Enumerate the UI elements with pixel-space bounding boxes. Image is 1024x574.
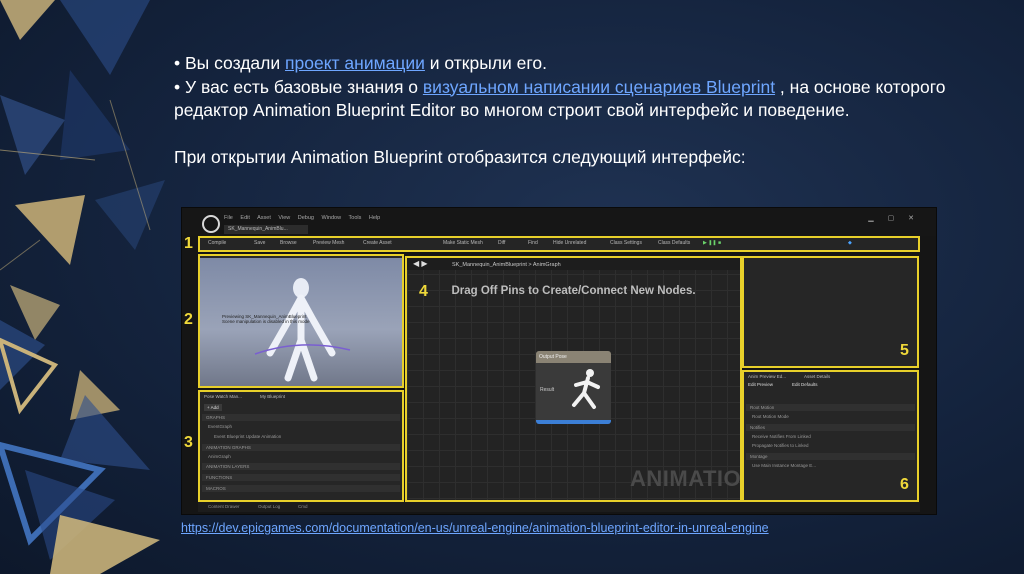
menu-debug[interactable]: Debug: [298, 215, 314, 221]
slide: • Вы создали проект анимации и открыли е…: [0, 0, 1024, 574]
highlight-graph: [405, 256, 742, 502]
source-link[interactable]: https://dev.epicgames.com/documentation/…: [181, 521, 769, 535]
menu-asset[interactable]: Asset: [257, 215, 271, 221]
region-number-2: 2: [184, 311, 193, 328]
animation-blueprint-editor-screenshot: File Edit Asset View Debug Window Tools …: [181, 207, 937, 515]
editor-menubar: File Edit Asset View Debug Window Tools …: [182, 208, 936, 236]
asset-tab[interactable]: SK_Mannequin_AnimBlu...: [224, 225, 308, 234]
highlight-toolbar: [198, 236, 920, 252]
bullet-2: • У вас есть базовые знания о визуальном…: [174, 76, 974, 123]
region-number-4: 4: [419, 283, 428, 300]
window-controls[interactable]: ▁ ▢ ✕: [868, 214, 920, 222]
highlight-details: [742, 370, 919, 502]
animation-project-link[interactable]: проект анимации: [285, 53, 425, 73]
output-log-button[interactable]: Output Log: [258, 504, 280, 509]
highlight-viewport: [198, 254, 404, 388]
highlight-preview-settings: [742, 256, 919, 368]
region-number-5: 5: [900, 342, 909, 359]
menu-help[interactable]: Help: [369, 215, 380, 221]
cmd-input[interactable]: Cmd: [298, 504, 308, 509]
highlight-my-blueprint: [198, 390, 404, 502]
editor-menu: File Edit Asset View Debug Window Tools …: [224, 215, 380, 221]
menu-edit[interactable]: Edit: [240, 215, 249, 221]
blueprint-scripting-link[interactable]: визуальном написании сценариев Blueprint: [423, 77, 775, 97]
slide-text: • Вы создали проект анимации и открыли е…: [174, 52, 974, 169]
bullet-2-prefix: • У вас есть базовые знания о: [174, 76, 423, 97]
region-number-6: 6: [900, 476, 909, 493]
intro-text: При открытии Animation Blueprint отобраз…: [174, 146, 746, 167]
menu-view[interactable]: View: [278, 215, 290, 221]
menu-file[interactable]: File: [224, 215, 233, 221]
menu-window[interactable]: Window: [322, 215, 342, 221]
menu-tools[interactable]: Tools: [349, 215, 362, 221]
bullet-1-suffix: и открыли его.: [424, 53, 547, 73]
region-number-3: 3: [184, 434, 193, 451]
region-number-1: 1: [184, 235, 193, 252]
editor-statusbar: Content Drawer Output Log Cmd: [198, 502, 920, 512]
content-drawer-button[interactable]: Content Drawer: [208, 504, 240, 509]
bullet-1-prefix: • Вы создали: [174, 53, 286, 73]
bullet-1: • Вы создали проект анимации и открыли е…: [174, 52, 974, 76]
unreal-logo-icon: [202, 215, 220, 233]
